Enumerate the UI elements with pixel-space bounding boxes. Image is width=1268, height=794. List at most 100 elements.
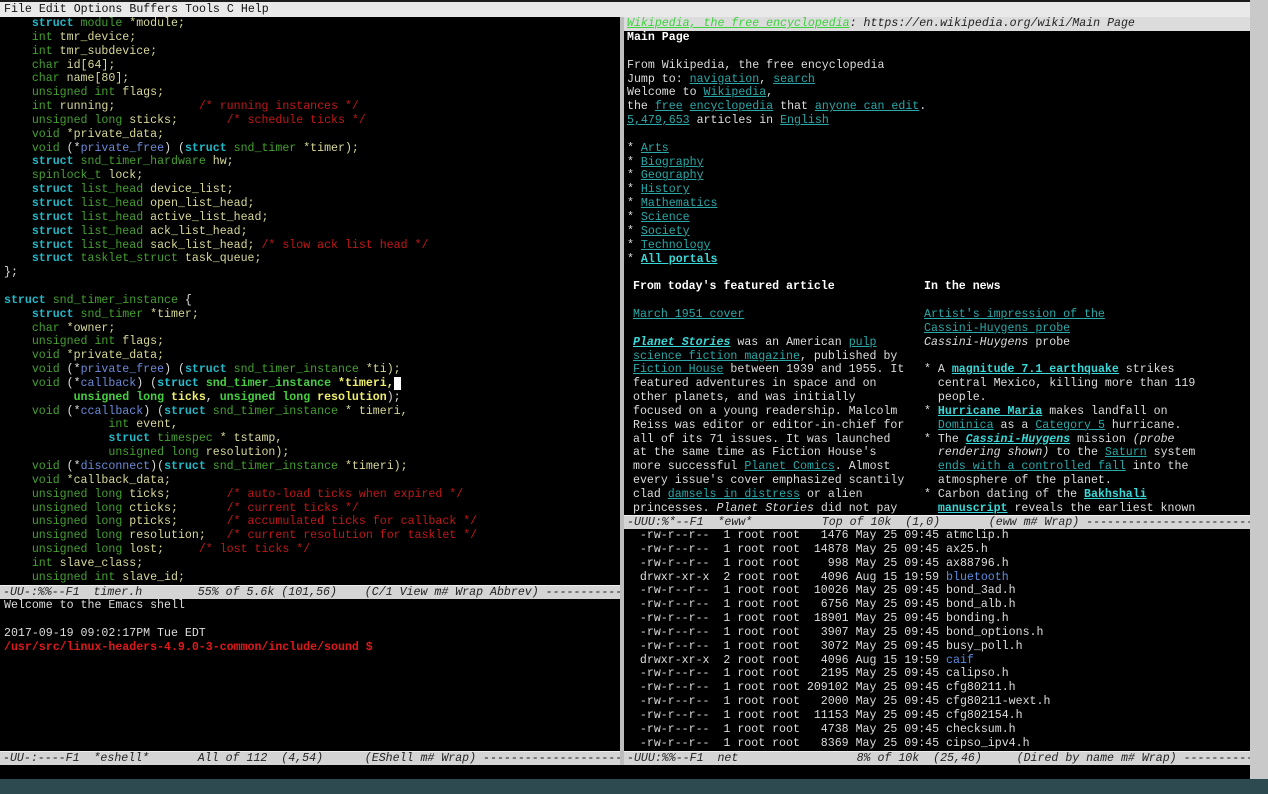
comment: /* current ticks */ [227,502,359,515]
link[interactable]: Mathematics [641,197,718,210]
link[interactable]: Wikipedia [704,86,767,99]
text [924,502,938,515]
file-name[interactable]: ax88796.h [946,557,1009,570]
identifier: flags; [115,86,164,99]
type: char [32,72,60,85]
dired-row[interactable]: -rw-r--r-- 1 root root 3907 May 25 09:45… [626,626,1250,640]
link[interactable]: Society [641,225,690,238]
link[interactable]: Cassini-Huygens probe [924,322,1070,335]
link[interactable]: Dominica [938,419,994,432]
link[interactable]: Planet Stories [633,336,730,349]
link[interactable]: Biography [641,156,704,169]
file-name[interactable]: bond_alb.h [946,598,1016,611]
menu-help[interactable]: Help [241,3,269,16]
file-name[interactable]: cipso_ipv4.h [946,737,1030,750]
eshell-buffer[interactable]: Welcome to the Emacs shell 2017-09-19 09… [0,599,620,751]
file-name[interactable]: bond_3ad.h [946,584,1016,597]
wiki-line: Artist's impression of the [924,308,1250,322]
link[interactable]: manuscript [938,502,1008,515]
file-name[interactable]: ax25.h [946,543,988,556]
identifier: *private_data; [60,128,164,141]
link[interactable]: search [773,73,815,86]
dired-row[interactable]: -rw-r--r-- 1 root root 11153 May 25 09:4… [626,709,1250,723]
file-name[interactable]: busy_poll.h [946,640,1023,653]
link[interactable]: English [780,114,829,127]
link[interactable]: All portals [641,253,718,266]
directory-name[interactable]: bluetooth [946,571,1009,584]
menu-options[interactable]: Options [74,3,123,16]
link[interactable]: pulp [849,336,877,349]
file-name[interactable]: calipso.h [946,667,1009,680]
link[interactable]: Planet Comics [744,460,834,473]
file-name[interactable]: checksum.h [946,723,1016,736]
text: system [1147,446,1196,459]
dired-row[interactable]: -rw-r--r-- 1 root root 4738 May 25 09:45… [626,723,1250,737]
dired-row[interactable]: -rw-r--r-- 1 root root 8369 May 25 09:45… [626,737,1250,751]
menu-c[interactable]: C [227,3,234,16]
dired-row[interactable]: drwxr-xr-x 2 root root 4096 Aug 15 19:59… [626,571,1250,585]
link[interactable]: Saturn [1105,446,1147,459]
dired-row[interactable]: -rw-r--r-- 1 root root 14878 May 25 09:4… [626,543,1250,557]
link[interactable]: History [641,183,690,196]
shell-prompt[interactable]: /usr/src/linux-headers-4.9.0-3-common/in… [4,641,620,655]
link[interactable]: free [655,100,683,113]
file-name[interactable]: atmclip.h [946,529,1009,542]
link[interactable]: Science [641,211,690,224]
link[interactable]: navigation [690,73,760,86]
file-name[interactable]: cfg80211.h [946,681,1016,694]
menu-edit[interactable]: Edit [39,3,67,16]
file-name[interactable]: bond_options.h [946,626,1043,639]
identifier: *private_data; [60,349,164,362]
link[interactable]: damsels in distress [668,488,800,501]
file-name[interactable]: cfg802154.h [946,709,1023,722]
menu-buffers[interactable]: Buffers [129,3,178,16]
link[interactable]: Fiction House [633,363,723,376]
link[interactable]: encyclopedia [690,100,774,113]
link[interactable]: ends with a controlled fall [938,460,1126,473]
dired-row[interactable]: -rw-r--r-- 1 root root 209102 May 25 09:… [626,681,1250,695]
link[interactable]: Hurricane Maria [938,405,1042,418]
punctuation: (* [60,460,81,473]
file-name[interactable]: cfg80211-wext.h [946,695,1050,708]
page-title-link[interactable]: Wikipedia, the free encyclopedia [627,17,850,30]
menu-tools[interactable]: Tools [185,3,220,16]
link[interactable]: science fiction magazine [633,350,800,363]
type: timespec [150,432,213,445]
dired-row[interactable]: -rw-r--r-- 1 root root 18901 May 25 09:4… [626,612,1250,626]
link[interactable]: Bakhshali [1084,488,1147,501]
dired-row[interactable]: -rw-r--r-- 1 root root 3072 May 25 09:45… [626,640,1250,654]
identifier [4,543,32,556]
link[interactable]: Cassini-Huygens [966,433,1070,446]
directory-name[interactable]: caif [946,654,974,667]
link[interactable]: magnitude 7.1 earthquake [952,363,1119,376]
file-attributes: -rw-r--r-- 1 root root 4738 May 25 09:45 [626,723,946,736]
type: unsigned long [32,543,122,556]
dired-buffer[interactable]: -rw-r--r-- 1 root root 1476 May 25 09:45… [624,529,1250,751]
dired-row[interactable]: -rw-r--r-- 1 root root 2195 May 25 09:45… [626,667,1250,681]
code-editor[interactable]: struct module *module; int tmr_device; i… [0,17,620,585]
dired-row[interactable]: -rw-r--r-- 1 root root 1476 May 25 09:45… [626,529,1250,543]
link[interactable]: Category 5 [1035,419,1105,432]
identifier [4,197,32,210]
dired-row[interactable]: -rw-r--r-- 1 root root 998 May 25 09:45 … [626,557,1250,571]
link[interactable]: March 1951 cover [633,308,744,321]
identifier [4,128,32,141]
identifier: resolution [310,391,387,404]
dired-row[interactable]: -rw-r--r-- 1 root root 2000 May 25 09:45… [626,695,1250,709]
dired-row[interactable]: drwxr-xr-x 2 root root 4096 Aug 15 19:59… [626,654,1250,668]
dired-row[interactable]: -rw-r--r-- 1 root root 6756 May 25 09:45… [626,598,1250,612]
link[interactable]: anyone can edit [815,100,919,113]
link[interactable]: Arts [641,142,669,155]
link[interactable]: Technology [641,239,711,252]
dired-row[interactable]: -rw-r--r-- 1 root root 10026 May 25 09:4… [626,584,1250,598]
link[interactable]: Artist's impression of the [924,308,1105,321]
eshell-modeline: -UU-:----F1 *eshell* All of 112 (4,54) (… [0,751,620,765]
link[interactable]: Geography [641,169,704,182]
eww-buffer[interactable]: Main PageFrom Wikipedia, the free encycl… [624,31,1250,515]
keyword: struct [32,197,74,210]
heading: From today's featured article [633,280,835,293]
menu-file[interactable]: File [4,3,32,16]
file-name[interactable]: bonding.h [946,612,1009,625]
text: Reiss was editor or editor-in-chief for [633,419,904,432]
link[interactable]: 5,479,653 [627,114,690,127]
